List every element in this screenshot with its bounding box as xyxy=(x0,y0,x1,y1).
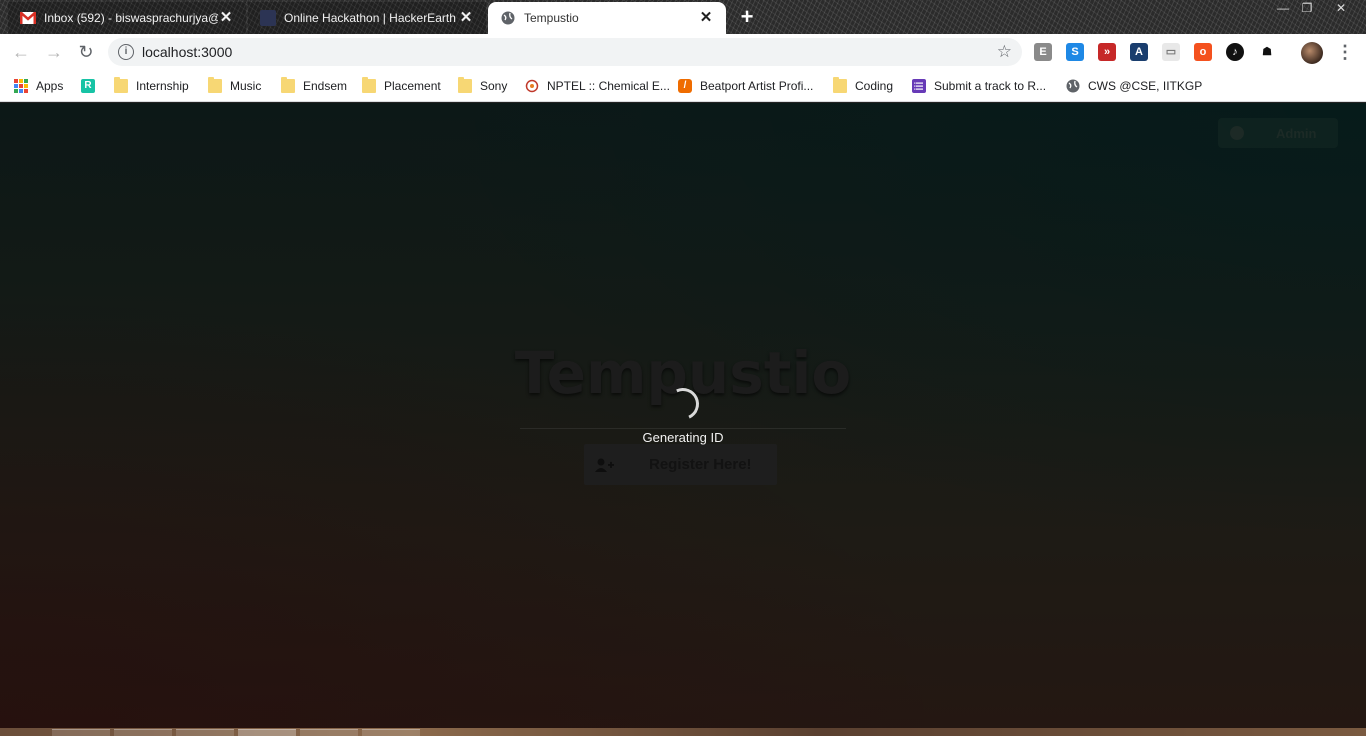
taskbar-item[interactable] xyxy=(300,729,358,736)
apps-grid-icon xyxy=(14,79,28,93)
bookmark-placement[interactable]: Placement xyxy=(362,76,441,96)
close-window-icon[interactable]: ✕ xyxy=(1330,0,1352,16)
globe-icon xyxy=(1066,79,1080,93)
bookmark-beatport[interactable]: / Beatport Artist Profi... xyxy=(678,76,813,96)
tab-gmail[interactable]: Inbox (592) - biswasprachurjya@ ✕ xyxy=(8,2,246,34)
bookmark-star-icon[interactable]: ☆ xyxy=(997,42,1012,62)
folder-icon xyxy=(458,77,472,93)
extension-briefcase-icon[interactable]: ▭ xyxy=(1162,43,1180,61)
register-label: Register Here! xyxy=(649,456,752,473)
r-extension-icon: R xyxy=(81,79,95,93)
bookmark-label: Endsem xyxy=(303,79,348,93)
tab-title: Tempustio xyxy=(524,11,579,25)
nptel-icon xyxy=(525,79,539,93)
extension-person-icon[interactable]: ☗ xyxy=(1258,43,1276,61)
loading-text: Generating ID xyxy=(642,430,724,445)
reload-button[interactable]: ↻ xyxy=(75,41,97,63)
bookmark-submit-track[interactable]: Submit a track to R... xyxy=(912,76,1046,96)
gmail-icon xyxy=(20,10,36,26)
bookmark-label: Apps xyxy=(36,79,64,93)
bookmark-apps[interactable]: Apps xyxy=(14,76,63,96)
divider xyxy=(520,428,846,429)
admin-label: Admin xyxy=(1276,125,1317,141)
hackerearth-icon xyxy=(260,10,276,26)
form-icon xyxy=(912,79,926,93)
bookmark-label: Submit a track to R... xyxy=(934,79,1047,93)
bookmark-sony[interactable]: Sony xyxy=(458,76,507,96)
bookmark-label: Sony xyxy=(480,79,508,93)
bookmark-coding[interactable]: Coding xyxy=(833,76,893,96)
bookmark-label: Music xyxy=(230,79,262,93)
add-user-icon xyxy=(595,458,615,472)
back-button[interactable]: ← xyxy=(10,41,32,63)
beatport-icon: / xyxy=(678,79,692,93)
bookmark-label: Internship xyxy=(136,79,189,93)
taskbar-item[interactable] xyxy=(176,729,234,736)
info-icon[interactable]: i xyxy=(118,44,134,60)
bookmark-label: NPTEL :: Chemical E... xyxy=(547,79,670,93)
folder-icon xyxy=(208,77,222,93)
restore-icon[interactable]: ❐ xyxy=(1296,0,1318,16)
bookmark-nptel[interactable]: NPTEL :: Chemical E... xyxy=(525,76,670,96)
extension-music-icon[interactable]: ♪ xyxy=(1226,43,1244,61)
admin-button[interactable]: Admin xyxy=(1218,118,1338,148)
register-button[interactable]: Register Here! xyxy=(584,444,777,485)
new-tab-button[interactable]: + xyxy=(735,5,759,29)
bookmark-label: Placement xyxy=(384,79,441,93)
globe-icon xyxy=(500,10,516,26)
page-content: Admin Tempustio Register Here! Generatin… xyxy=(0,103,1366,728)
extension-off-icon[interactable]: o xyxy=(1194,43,1212,61)
minimize-icon[interactable]: — xyxy=(1272,0,1294,16)
tab-strip: Inbox (592) - biswasprachurjya@ ✕ Online… xyxy=(0,0,1366,34)
bookmark-endsem[interactable]: Endsem xyxy=(281,76,347,96)
close-tab-icon[interactable]: ✕ xyxy=(698,10,714,26)
taskbar-item[interactable] xyxy=(114,729,172,736)
tab-title: Online Hackathon | HackerEarth xyxy=(284,11,456,25)
bookmark-internship[interactable]: Internship xyxy=(114,76,189,96)
url-text[interactable]: localhost:3000 xyxy=(142,44,232,60)
admin-icon xyxy=(1230,126,1244,140)
bookmark-cws[interactable]: CWS @CSE, IITKGP xyxy=(1066,76,1202,96)
taskbar-item[interactable] xyxy=(238,729,296,736)
bookmark-label: Beatport Artist Profi... xyxy=(700,79,814,93)
folder-icon xyxy=(281,77,295,93)
tab-tempustio[interactable]: Tempustio ✕ xyxy=(488,2,726,34)
os-taskbar xyxy=(0,728,1366,736)
bookmark-r-extension[interactable]: R xyxy=(81,76,103,96)
close-tab-icon[interactable]: ✕ xyxy=(218,10,234,26)
bookmark-label: CWS @CSE, IITKGP xyxy=(1088,79,1203,93)
tab-title: Inbox (592) - biswasprachurjya@ xyxy=(44,11,218,25)
folder-icon xyxy=(362,77,376,93)
bookmark-label: Coding xyxy=(855,79,894,93)
taskbar-item[interactable] xyxy=(52,729,110,736)
extension-forward-icon[interactable]: » xyxy=(1098,43,1116,61)
folder-icon xyxy=(114,77,128,93)
browser-menu-icon[interactable]: ⋮ xyxy=(1336,41,1354,63)
taskbar-item[interactable] xyxy=(362,729,420,736)
folder-icon xyxy=(833,77,847,93)
extension-translate-icon[interactable]: A xyxy=(1130,43,1148,61)
address-bar[interactable]: i localhost:3000 ☆ xyxy=(108,38,1022,66)
browser-toolbar: ← → ↻ i localhost:3000 ☆ E S » A ▭ o ♪ ☗… xyxy=(0,34,1366,70)
tab-hackerearth[interactable]: Online Hackathon | HackerEarth ✕ xyxy=(248,2,486,34)
close-tab-icon[interactable]: ✕ xyxy=(458,10,474,26)
bookmark-music[interactable]: Music xyxy=(208,76,261,96)
bookmarks-bar: Apps R Internship Music Endsem Placement… xyxy=(0,70,1366,102)
forward-button[interactable]: → xyxy=(43,41,65,63)
profile-avatar[interactable] xyxy=(1301,42,1323,64)
extension-s-icon[interactable]: S xyxy=(1066,43,1084,61)
extension-e-icon[interactable]: E xyxy=(1034,43,1052,61)
